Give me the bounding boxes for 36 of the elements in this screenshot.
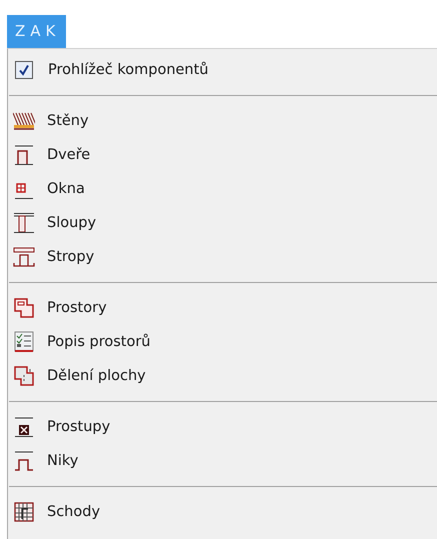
checkbox[interactable] [15, 61, 33, 79]
menu-item-label: Niky [47, 453, 78, 469]
menu-item-label: Prohlížeč komponentů [48, 62, 208, 78]
floor-plan-icon [13, 297, 35, 319]
menu-item-label: Stěny [47, 113, 89, 129]
checkmark-icon [17, 63, 31, 77]
menu-item[interactable]: Dveře [8, 138, 437, 172]
menu-item-label: Dveře [47, 147, 90, 163]
menu-item[interactable]: Prohlížeč komponentů [8, 53, 437, 87]
menu-item[interactable]: Stěny [8, 104, 437, 138]
menu-item[interactable]: Popis prostorů [8, 325, 437, 359]
menu-item-label: Dělení plochy [47, 368, 146, 384]
door-icon [13, 144, 35, 166]
menu-item[interactable]: Dělení plochy [8, 359, 437, 393]
menu-item-label: Prostupy [47, 419, 110, 435]
menu-item-label: Prostory [47, 300, 107, 316]
menu-item[interactable]: Niky [8, 444, 437, 478]
stairs-icon [13, 501, 35, 523]
divided-plan-icon [13, 365, 35, 387]
menu-item[interactable]: Sloupy [8, 206, 437, 240]
menu-item[interactable]: Okna [8, 172, 437, 206]
menu-item-label: Okna [47, 181, 85, 197]
niche-icon [13, 450, 35, 472]
menu-item-label: Sloupy [47, 215, 96, 231]
menu-item-label: Stropy [47, 249, 94, 265]
hatched-wall-icon [13, 110, 35, 132]
menu-item[interactable]: Prostupy [8, 410, 437, 444]
menu-item[interactable]: Stropy [8, 240, 437, 274]
menu-item[interactable]: Schody [8, 495, 437, 529]
menu-item-label: Schody [47, 504, 100, 520]
menu-item[interactable]: Prostory [8, 291, 437, 325]
opening-icon [13, 416, 35, 438]
menu-item-label: Popis prostorů [47, 334, 150, 350]
column-icon [13, 212, 35, 234]
checklist-icon [13, 331, 35, 353]
slab-icon [13, 246, 35, 268]
